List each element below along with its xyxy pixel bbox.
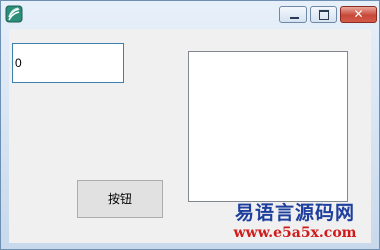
watermark-url: www.e5a5x.com xyxy=(233,225,357,241)
minimize-icon xyxy=(289,16,300,20)
minimize-button[interactable] xyxy=(279,6,307,23)
watermark: 易语言源码网 www.e5a5x.com xyxy=(215,201,375,242)
push-button[interactable]: 按钮 xyxy=(77,180,163,218)
app-window: ✕ 0 按钮 易语言源码网 www.e5a5x.com xyxy=(0,0,380,250)
maximize-icon xyxy=(318,9,330,21)
app-icon[interactable] xyxy=(5,5,23,23)
close-icon: ✕ xyxy=(353,7,364,21)
maximize-button[interactable] xyxy=(310,6,337,23)
title-bar[interactable]: ✕ xyxy=(1,1,379,28)
watermark-title: 易语言源码网 xyxy=(234,202,355,224)
text-input[interactable]: 0 xyxy=(12,43,124,83)
close-button[interactable]: ✕ xyxy=(340,6,377,23)
picture-box[interactable] xyxy=(188,51,348,202)
